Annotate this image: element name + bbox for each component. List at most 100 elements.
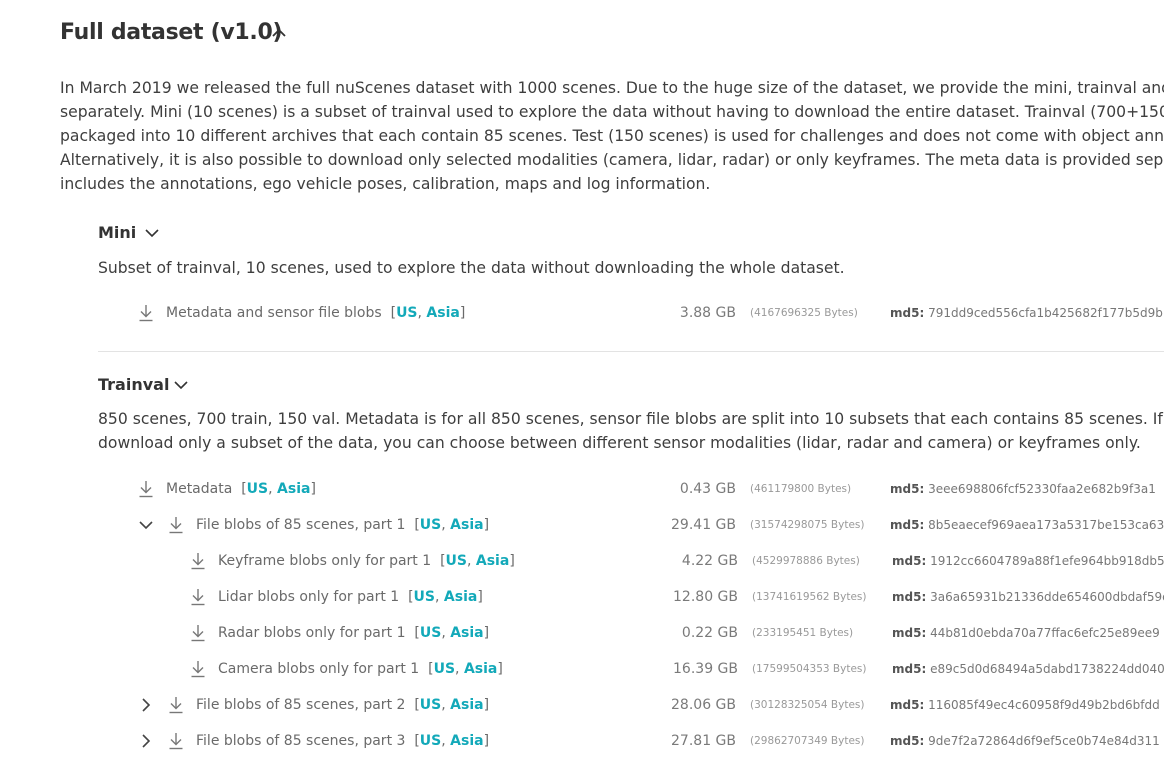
file-label-wrap: File blobs of 85 scenes, part 1 [US, Asi… [196, 517, 490, 533]
region-link-asia[interactable]: Asia [450, 517, 483, 533]
file-bytes: (4167696325 Bytes) [750, 307, 858, 319]
file-label[interactable]: File blobs of 85 scenes, part 3 [196, 733, 405, 749]
section-title-mini[interactable]: Mini [98, 223, 136, 242]
section-description-trainval: 850 scenes, 700 train, 150 val. Metadata… [98, 407, 1164, 455]
region-link-asia[interactable]: Asia [444, 589, 477, 605]
region-link-us[interactable]: US [446, 553, 467, 569]
file-row: File blobs of 85 scenes, part 2 [US, Asi… [0, 694, 1164, 716]
file-label-wrap: Metadata and sensor file blobs [US, Asia… [166, 305, 466, 321]
region-link-us[interactable]: US [247, 481, 268, 497]
chevron-up-icon[interactable] [268, 22, 290, 44]
download-icon[interactable] [138, 480, 154, 498]
region-link-us[interactable]: US [414, 589, 435, 605]
file-size: 12.80 GB [673, 589, 738, 605]
file-bytes: (461179800 Bytes) [750, 483, 852, 495]
md5-label: md5: [890, 306, 925, 320]
section-description-mini: Subset of trainval, 10 scenes, used to e… [98, 259, 845, 277]
intro-line: includes the annotations, ego vehicle po… [60, 175, 711, 193]
region-link-us[interactable]: US [420, 697, 441, 713]
file-size: 3.88 GB [679, 305, 736, 321]
file-size: 29.41 GB [671, 517, 736, 533]
file-size: 4.22 GB [681, 553, 738, 569]
file-label[interactable]: Keyframe blobs only for part 1 [218, 553, 431, 569]
md5-value: 44b81d0ebda70a77ffac6efc25e89ee9 [930, 626, 1160, 640]
region-link-us[interactable]: US [420, 625, 441, 641]
file-label[interactable]: Metadata [166, 481, 232, 497]
md5-label: md5: [890, 482, 925, 496]
file-row: Lidar blobs only for part 1 [US, Asia] 1… [0, 586, 1164, 608]
md5-value: 3eee698806fcf52330faa2e682b9f3a1 [928, 482, 1156, 496]
description-line: download only a subset of the data, you … [98, 434, 1141, 452]
file-row: File blobs of 85 scenes, part 3 [US, Asi… [0, 730, 1164, 752]
md5-label: md5: [892, 590, 927, 604]
file-label[interactable]: Radar blobs only for part 1 [218, 625, 405, 641]
download-icon[interactable] [190, 660, 206, 678]
download-icon[interactable] [168, 696, 184, 714]
file-row: Metadata and sensor file blobs [US, Asia… [0, 302, 1164, 324]
file-bytes: (30128325054 Bytes) [750, 699, 865, 711]
md5-checksum: md5: 8b5eaecef969aea173a5317be153ca63 [890, 514, 1164, 536]
file-label-wrap: Metadata [US, Asia] [166, 481, 316, 497]
region-link-us[interactable]: US [420, 517, 441, 533]
download-icon[interactable] [168, 516, 184, 534]
download-icon[interactable] [190, 552, 206, 570]
file-label[interactable]: File blobs of 85 scenes, part 1 [196, 517, 405, 533]
md5-value: 3a6a65931b21336dde654600dbdaf59e [930, 590, 1164, 604]
file-row: Metadata [US, Asia] 0.43 GB (461179800 B… [0, 478, 1164, 500]
md5-checksum: md5: 3a6a65931b21336dde654600dbdaf59e [892, 586, 1164, 608]
file-label-wrap: Lidar blobs only for part 1 [US, Asia] [218, 589, 483, 605]
region-link-asia[interactable]: Asia [277, 481, 310, 497]
file-label-wrap: File blobs of 85 scenes, part 3 [US, Asi… [196, 733, 490, 749]
region-link-us[interactable]: US [420, 733, 441, 749]
intro-line: packaged into 10 different archives that… [60, 127, 1164, 145]
chevron-down-icon[interactable] [172, 376, 190, 394]
file-label[interactable]: Camera blobs only for part 1 [218, 661, 419, 677]
region-link-asia[interactable]: Asia [464, 661, 497, 677]
file-size: 0.22 GB [681, 625, 738, 641]
region-link-asia[interactable]: Asia [450, 733, 483, 749]
file-size: 27.81 GB [671, 733, 736, 749]
file-label-wrap: File blobs of 85 scenes, part 2 [US, Asi… [196, 697, 490, 713]
region-link-asia[interactable]: Asia [450, 697, 483, 713]
download-icon[interactable] [168, 732, 184, 750]
region-link-us[interactable]: US [396, 305, 417, 321]
page-title: Full dataset (v1.0) [60, 20, 283, 45]
region-link-us[interactable]: US [434, 661, 455, 677]
file-label[interactable]: Metadata and sensor file blobs [166, 305, 382, 321]
file-row: Camera blobs only for part 1 [US, Asia] … [0, 658, 1164, 680]
md5-value: 9de7f2a72864d6f9ef5ce0b74e84d311 [928, 734, 1160, 748]
md5-label: md5: [890, 734, 925, 748]
file-bytes: (233195451 Bytes) [752, 627, 854, 639]
file-bytes: (17599504353 Bytes) [752, 663, 867, 675]
file-label[interactable]: Lidar blobs only for part 1 [218, 589, 399, 605]
md5-value: 791dd9ced556cfa1b425682f177b5d9b [928, 306, 1163, 320]
md5-checksum: md5: 3eee698806fcf52330faa2e682b9f3a1 [890, 478, 1156, 500]
file-row: File blobs of 85 scenes, part 1 [US, Asi… [0, 514, 1164, 536]
file-size: 0.43 GB [679, 481, 736, 497]
file-row: Keyframe blobs only for part 1 [US, Asia… [0, 550, 1164, 572]
file-size: 16.39 GB [673, 661, 738, 677]
md5-value: 8b5eaecef969aea173a5317be153ca63 [928, 518, 1164, 532]
file-row: Radar blobs only for part 1 [US, Asia] 0… [0, 622, 1164, 644]
file-label-wrap: Camera blobs only for part 1 [US, Asia] [218, 661, 503, 677]
intro-paragraph: In March 2019 we released the full nuSce… [60, 76, 1164, 196]
region-link-asia[interactable]: Asia [426, 305, 459, 321]
file-label[interactable]: File blobs of 85 scenes, part 2 [196, 697, 405, 713]
chevron-right-icon[interactable] [138, 733, 154, 749]
md5-value: e89c5d0d68494a5dabd1738224dd040b [930, 662, 1164, 676]
region-link-asia[interactable]: Asia [476, 553, 509, 569]
md5-label: md5: [890, 518, 925, 532]
region-link-asia[interactable]: Asia [450, 625, 483, 641]
download-icon[interactable] [190, 624, 206, 642]
download-icon[interactable] [138, 304, 154, 322]
download-icon[interactable] [190, 588, 206, 606]
md5-label: md5: [892, 662, 927, 676]
file-label-wrap: Radar blobs only for part 1 [US, Asia] [218, 625, 490, 641]
md5-checksum: md5: 791dd9ced556cfa1b425682f177b5d9b [890, 302, 1163, 324]
md5-label: md5: [892, 626, 927, 640]
file-bytes: (4529978886 Bytes) [752, 555, 860, 567]
section-title-trainval[interactable]: Trainval [98, 375, 169, 394]
chevron-right-icon[interactable] [138, 697, 154, 713]
chevron-down-icon[interactable] [143, 224, 161, 242]
chevron-down-icon[interactable] [138, 517, 154, 533]
